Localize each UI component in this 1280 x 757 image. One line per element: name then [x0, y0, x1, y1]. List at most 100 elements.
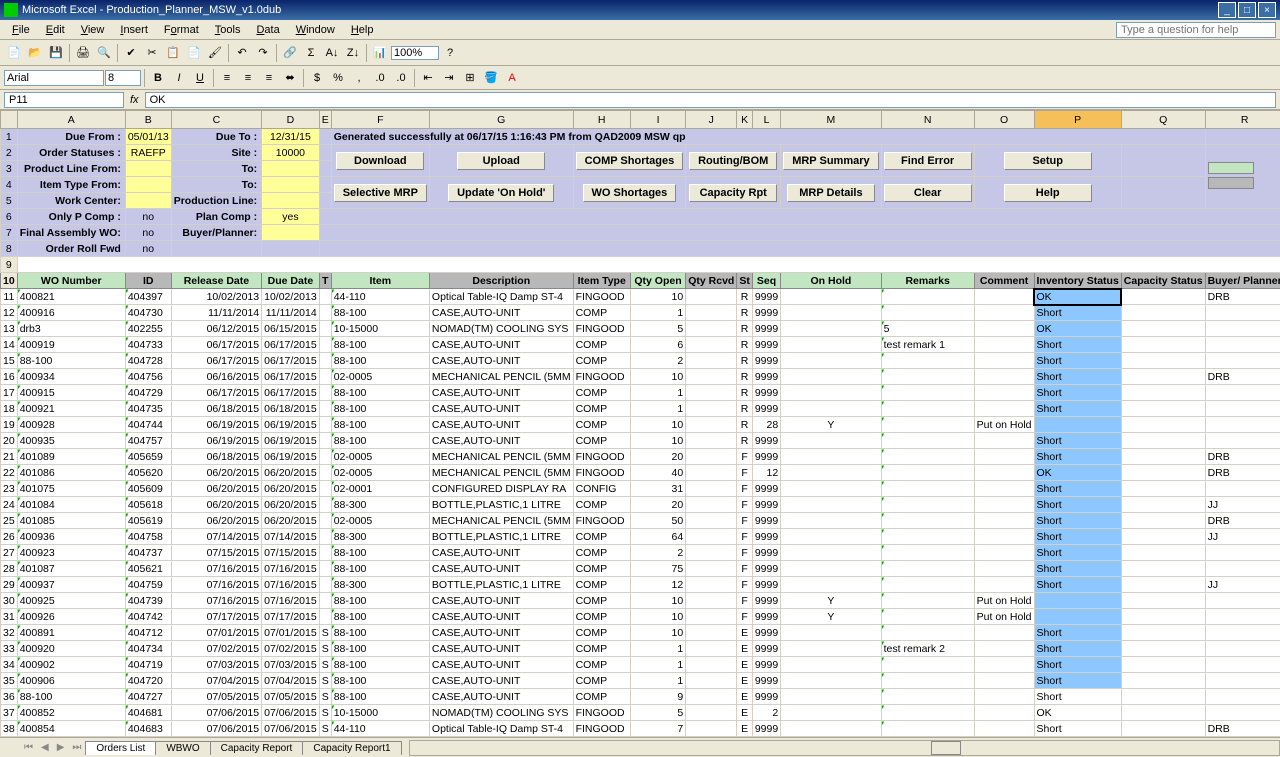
menu-data[interactable]: Data [248, 22, 287, 38]
menu-format[interactable]: Format [156, 22, 207, 38]
menu-tools[interactable]: Tools [207, 22, 249, 38]
capacity-rpt-button[interactable]: Capacity Rpt [689, 184, 777, 202]
font-name-input[interactable] [4, 70, 104, 86]
data-row[interactable]: 3688-10040472707/05/201507/05/2015S88-10… [1, 689, 1280, 705]
name-box[interactable] [4, 92, 124, 108]
format-painter-icon[interactable]: 🖌 [205, 43, 225, 63]
minimize-button[interactable]: _ [1218, 2, 1236, 18]
data-row[interactable]: 3540090640472007/04/201507/04/2015S88-10… [1, 673, 1280, 689]
menu-insert[interactable]: Insert [112, 22, 156, 38]
comma-icon[interactable]: , [349, 68, 369, 88]
data-row[interactable]: 1840092140473506/18/201506/18/201588-100… [1, 401, 1280, 417]
undo-icon[interactable]: ↶ [232, 43, 252, 63]
data-row[interactable]: 2740092340473707/15/201507/15/201588-100… [1, 545, 1280, 561]
font-size-input[interactable] [105, 70, 141, 86]
data-row[interactable]: 3240089140471207/01/201507/01/2015S88-10… [1, 625, 1280, 641]
tab-wbwo[interactable]: WBWO [155, 741, 210, 755]
data-row[interactable]: 1940092840474406/19/201506/19/201588-100… [1, 417, 1280, 433]
data-row[interactable]: 2840108740562107/16/201507/16/201588-100… [1, 561, 1280, 577]
col-header-N[interactable]: N [881, 111, 974, 129]
col-header-J[interactable]: J [686, 111, 737, 129]
sort-desc-icon[interactable]: Z↓ [343, 43, 363, 63]
col-header-O[interactable]: O [974, 111, 1034, 129]
data-row[interactable]: 1588-10040472806/17/201506/17/201588-100… [1, 353, 1280, 369]
help-icon[interactable]: ? [440, 43, 460, 63]
currency-icon[interactable]: $ [307, 68, 327, 88]
data-row[interactable]: 1140082140439710/02/201310/02/201344-110… [1, 289, 1280, 305]
menu-window[interactable]: Window [288, 22, 343, 38]
col-header-A[interactable]: A [17, 111, 125, 129]
borders-icon[interactable]: ⊞ [460, 68, 480, 88]
mrp-summary-button[interactable]: MRP Summary [783, 152, 878, 170]
menu-edit[interactable]: Edit [38, 22, 73, 38]
data-row[interactable]: 3840085440468307/06/201507/06/2015S44-11… [1, 721, 1280, 737]
bold-icon[interactable]: B [148, 68, 168, 88]
update-onhold-button[interactable]: Update 'On Hold' [448, 184, 554, 202]
data-row[interactable]: 1240091640473011/11/201411/11/201488-100… [1, 305, 1280, 321]
data-row[interactable]: 3140092640474207/17/201507/17/201588-100… [1, 609, 1280, 625]
sum-icon[interactable]: Σ [301, 43, 321, 63]
find-error-button[interactable]: Find Error [884, 152, 972, 170]
data-row[interactable]: 1740091540472906/17/201506/17/201588-100… [1, 385, 1280, 401]
mrp-details-button[interactable]: MRP Details [787, 184, 875, 202]
data-row[interactable]: 2640093640475807/14/201507/14/201588-300… [1, 529, 1280, 545]
worksheet[interactable]: ABCDEFGHIJKLMNOPQRSTU1Due From :05/01/13… [0, 110, 1280, 737]
data-row[interactable]: 3340092040473407/02/201507/02/2015S88-10… [1, 641, 1280, 657]
chart-icon[interactable]: 📊 [370, 43, 390, 63]
tab-capacity-report[interactable]: Capacity Report [210, 741, 304, 755]
dec-decimal-icon[interactable]: .0 [391, 68, 411, 88]
menu-help[interactable]: Help [343, 22, 382, 38]
data-row[interactable]: 3740085240468107/06/201507/06/2015S10-15… [1, 705, 1280, 721]
data-row[interactable]: 3040092540473907/16/201507/16/201588-100… [1, 593, 1280, 609]
align-left-icon[interactable]: ≡ [217, 68, 237, 88]
link-icon[interactable]: 🔗 [280, 43, 300, 63]
redo-icon[interactable]: ↷ [253, 43, 273, 63]
col-header-Q[interactable]: Q [1121, 111, 1205, 129]
menu-view[interactable]: View [73, 22, 113, 38]
col-header-D[interactable]: D [262, 111, 320, 129]
col-header-E[interactable]: E [319, 111, 331, 129]
download-button[interactable]: Download [336, 152, 424, 170]
font-color-icon[interactable]: A [502, 68, 522, 88]
data-row[interactable]: 2540108540561906/20/201506/20/201502-000… [1, 513, 1280, 529]
col-header-H[interactable]: H [573, 111, 630, 129]
tab-last-icon[interactable]: ⏭ [68, 742, 85, 753]
col-header-C[interactable]: C [171, 111, 261, 129]
routing-bom-button[interactable]: Routing/BOM [689, 152, 777, 170]
percent-icon[interactable]: % [328, 68, 348, 88]
italic-icon[interactable]: I [169, 68, 189, 88]
menu-file[interactable]: File [4, 22, 38, 38]
horizontal-scrollbar[interactable] [409, 740, 1280, 756]
data-row[interactable]: 1440091940473306/17/201506/17/201588-100… [1, 337, 1280, 353]
clear-button[interactable]: Clear [884, 184, 972, 202]
inc-indent-icon[interactable]: ⇥ [439, 68, 459, 88]
col-header-M[interactable]: M [781, 111, 881, 129]
fill-color-icon[interactable]: 🪣 [481, 68, 501, 88]
align-right-icon[interactable]: ≡ [259, 68, 279, 88]
tab-first-icon[interactable]: ⏮ [20, 742, 37, 753]
data-row[interactable]: 2340107540560906/20/201506/20/201502-000… [1, 481, 1280, 497]
data-row[interactable]: 3440090240471907/03/201507/03/2015S88-10… [1, 657, 1280, 673]
data-row[interactable]: 2440108440561806/20/201506/20/201588-300… [1, 497, 1280, 513]
col-header-G[interactable]: G [429, 111, 573, 129]
data-row[interactable]: 2940093740475907/16/201507/16/201588-300… [1, 577, 1280, 593]
data-row[interactable]: 13drb340225506/12/201506/15/201510-15000… [1, 321, 1280, 337]
col-header-F[interactable]: F [331, 111, 429, 129]
inc-decimal-icon[interactable]: .0 [370, 68, 390, 88]
zoom-input[interactable] [391, 46, 439, 60]
upload-button[interactable]: Upload [457, 152, 545, 170]
help-search-input[interactable] [1116, 22, 1276, 38]
align-center-icon[interactable]: ≡ [238, 68, 258, 88]
formula-bar[interactable]: OK [145, 92, 1276, 108]
save-icon[interactable]: 💾 [46, 43, 66, 63]
col-header-B[interactable]: B [125, 111, 171, 129]
col-header-I[interactable]: I [630, 111, 685, 129]
maximize-button[interactable]: □ [1238, 2, 1256, 18]
data-row[interactable]: 2240108640562006/20/201506/20/201502-000… [1, 465, 1280, 481]
wo-shortages-button[interactable]: WO Shortages [583, 184, 677, 202]
data-row[interactable]: 2040093540475706/19/201506/19/201588-100… [1, 433, 1280, 449]
new-icon[interactable]: 📄 [4, 43, 24, 63]
tab-prev-icon[interactable]: ◀ [37, 742, 53, 753]
close-button[interactable]: × [1258, 2, 1276, 18]
col-header-R[interactable]: R [1205, 111, 1280, 129]
